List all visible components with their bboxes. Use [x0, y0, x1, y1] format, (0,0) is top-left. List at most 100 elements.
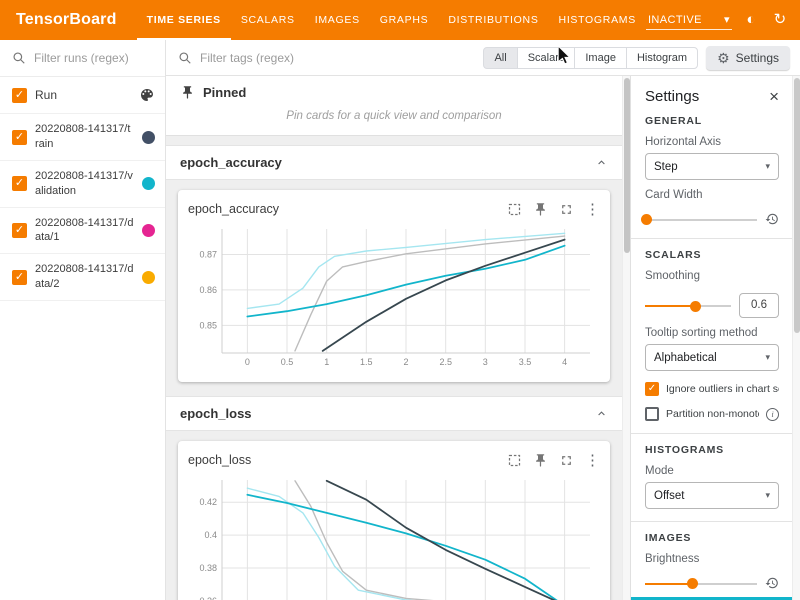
run-row-validation[interactable]: ✓ 20220808-141317/validation	[0, 161, 165, 208]
run-select-all-row[interactable]: ✓ Run	[0, 77, 165, 114]
filter-tags-placeholder: Filter tags (regex)	[200, 51, 294, 65]
smoothing-value-input[interactable]: 0.6	[739, 293, 779, 318]
fullscreen-icon[interactable]	[559, 202, 574, 217]
refresh-icon[interactable]: ↻	[770, 10, 790, 30]
histogram-mode-select[interactable]: Offset ▾	[645, 482, 779, 509]
brightness-slider[interactable]	[645, 577, 757, 590]
epoch-accuracy-chart[interactable]: 00.511.522.533.540.850.860.87	[188, 221, 600, 376]
run-row-data-2[interactable]: ✓ 20220808-141317/data/2	[0, 254, 165, 301]
scrollbar-thumb[interactable]	[794, 78, 800, 333]
svg-text:0.42: 0.42	[199, 497, 217, 507]
svg-text:0.86: 0.86	[199, 285, 217, 295]
run-label: 20220808-141317/validation	[35, 169, 134, 199]
fit-to-data-icon[interactable]	[507, 453, 522, 468]
select-all-checkbox[interactable]: ✓	[12, 88, 27, 103]
svg-text:0.36: 0.36	[199, 596, 217, 600]
status-label: INACTIVE	[648, 14, 702, 26]
slider-thumb[interactable]	[690, 301, 701, 312]
tab-distributions[interactable]: DISTRIBUTIONS	[438, 0, 548, 40]
run-checkbox[interactable]: ✓	[12, 176, 27, 191]
card-width-slider[interactable]	[645, 213, 757, 226]
chevron-down-icon: ▾	[724, 13, 730, 26]
settings-title: Settings	[645, 88, 699, 105]
run-color-dot[interactable]	[142, 224, 155, 237]
chip-all[interactable]: All	[483, 47, 517, 69]
ignore-outliers-row[interactable]: ✓ Ignore outliers in chart scaling	[645, 382, 779, 396]
histogram-mode-label: Mode	[645, 465, 779, 477]
settings-panel: Settings × GENERAL Horizontal Axis Step …	[631, 76, 793, 600]
dark-mode-icon[interactable]: ◐	[741, 10, 761, 30]
filter-runs-placeholder: Filter runs (regex)	[34, 51, 129, 65]
run-checkbox[interactable]: ✓	[12, 270, 27, 285]
pinned-title: Pinned	[203, 85, 246, 100]
run-color-dot[interactable]	[142, 131, 155, 144]
chevron-down-icon: ▾	[765, 161, 770, 172]
pinned-section: Pinned Pin cards for a quick view and co…	[166, 76, 622, 136]
horizontal-axis-select[interactable]: Step ▾	[645, 153, 779, 180]
top-nav-tabs: TIME SERIES SCALARS IMAGES GRAPHS DISTRI…	[137, 0, 646, 40]
more-options-icon[interactable]: ⋮	[585, 453, 600, 468]
fullscreen-icon[interactable]	[559, 453, 574, 468]
chevron-up-icon[interactable]	[595, 407, 608, 420]
svg-text:0.5: 0.5	[281, 357, 294, 367]
run-label: 20220808-141317/data/2	[35, 262, 134, 292]
reload-status-select[interactable]: INACTIVE ▾	[646, 10, 732, 30]
info-icon[interactable]: i	[766, 408, 779, 421]
horizontal-axis-label: Horizontal Axis	[645, 136, 779, 148]
pin-icon[interactable]	[533, 202, 548, 217]
reset-icon[interactable]	[765, 576, 779, 590]
pinned-empty-message: Pin cards for a quick view and compariso…	[166, 104, 622, 135]
svg-text:3: 3	[483, 357, 488, 367]
close-icon[interactable]: ×	[769, 88, 779, 105]
filter-tags-input[interactable]: Filter tags (regex)	[178, 51, 475, 65]
chip-image[interactable]: Image	[574, 47, 627, 69]
epoch-accuracy-card: epoch_accuracy	[178, 190, 610, 382]
epoch-accuracy-region: epoch_accuracy	[166, 180, 622, 396]
run-label: 20220808-141317/train	[35, 122, 134, 152]
palette-icon[interactable]	[139, 87, 155, 103]
ignore-outliers-checkbox[interactable]: ✓	[645, 382, 659, 396]
run-color-dot[interactable]	[142, 177, 155, 190]
filter-runs-input[interactable]: Filter runs (regex)	[0, 40, 165, 77]
app-logo: TensorBoard	[16, 11, 117, 29]
app-header: TensorBoard TIME SERIES SCALARS IMAGES G…	[0, 0, 800, 40]
partition-x-axis-checkbox[interactable]: ✓	[645, 407, 659, 421]
settings-scrollbar[interactable]	[792, 76, 800, 600]
chevron-up-icon[interactable]	[595, 156, 608, 169]
tab-scalars[interactable]: SCALARS	[231, 0, 305, 40]
run-checkbox[interactable]: ✓	[12, 223, 27, 238]
brightness-label: Brightness	[645, 553, 779, 565]
tab-histograms[interactable]: HISTOGRAMS	[549, 0, 646, 40]
run-checkbox[interactable]: ✓	[12, 130, 27, 145]
fit-to-data-icon[interactable]	[507, 202, 522, 217]
settings-button[interactable]: ⚙ Settings	[706, 46, 790, 70]
gear-icon: ⚙	[717, 51, 730, 65]
section-header-epoch-accuracy[interactable]: epoch_accuracy	[166, 145, 622, 180]
pin-icon[interactable]	[533, 453, 548, 468]
slider-thumb[interactable]	[687, 578, 698, 589]
more-options-icon[interactable]: ⋮	[585, 202, 600, 217]
section-header-epoch-loss[interactable]: epoch_loss	[166, 396, 622, 431]
slider-thumb[interactable]	[641, 214, 652, 225]
run-row-data-1[interactable]: ✓ 20220808-141317/data/1	[0, 208, 165, 255]
main-scrollbar[interactable]	[622, 76, 630, 600]
svg-text:0.85: 0.85	[199, 320, 217, 330]
epoch-loss-chart[interactable]: 00.511.522.533.540.360.380.40.42	[188, 472, 600, 600]
run-row-train[interactable]: ✓ 20220808-141317/train	[0, 114, 165, 161]
chip-histogram[interactable]: Histogram	[626, 47, 698, 69]
general-heading: GENERAL	[645, 115, 779, 127]
tab-images[interactable]: IMAGES	[305, 0, 370, 40]
epoch-loss-card: epoch_loss	[178, 441, 610, 600]
smoothing-slider[interactable]	[645, 299, 731, 312]
tag-filter-toolbar: Filter tags (regex) All Scalars Image Hi…	[166, 40, 800, 76]
tab-time-series[interactable]: TIME SERIES	[137, 0, 231, 40]
svg-text:0.4: 0.4	[204, 530, 217, 540]
partition-x-axis-row[interactable]: ✓ Partition non-monotonic X axis i	[645, 407, 779, 421]
tooltip-sorting-select[interactable]: Alphabetical ▾	[645, 344, 779, 371]
chip-scalars[interactable]: Scalars	[517, 47, 576, 69]
tab-graphs[interactable]: GRAPHS	[370, 0, 439, 40]
reset-icon[interactable]	[765, 212, 779, 226]
run-color-dot[interactable]	[142, 271, 155, 284]
svg-text:2.5: 2.5	[439, 357, 452, 367]
tag-type-chips: All Scalars Image Histogram	[483, 47, 698, 69]
